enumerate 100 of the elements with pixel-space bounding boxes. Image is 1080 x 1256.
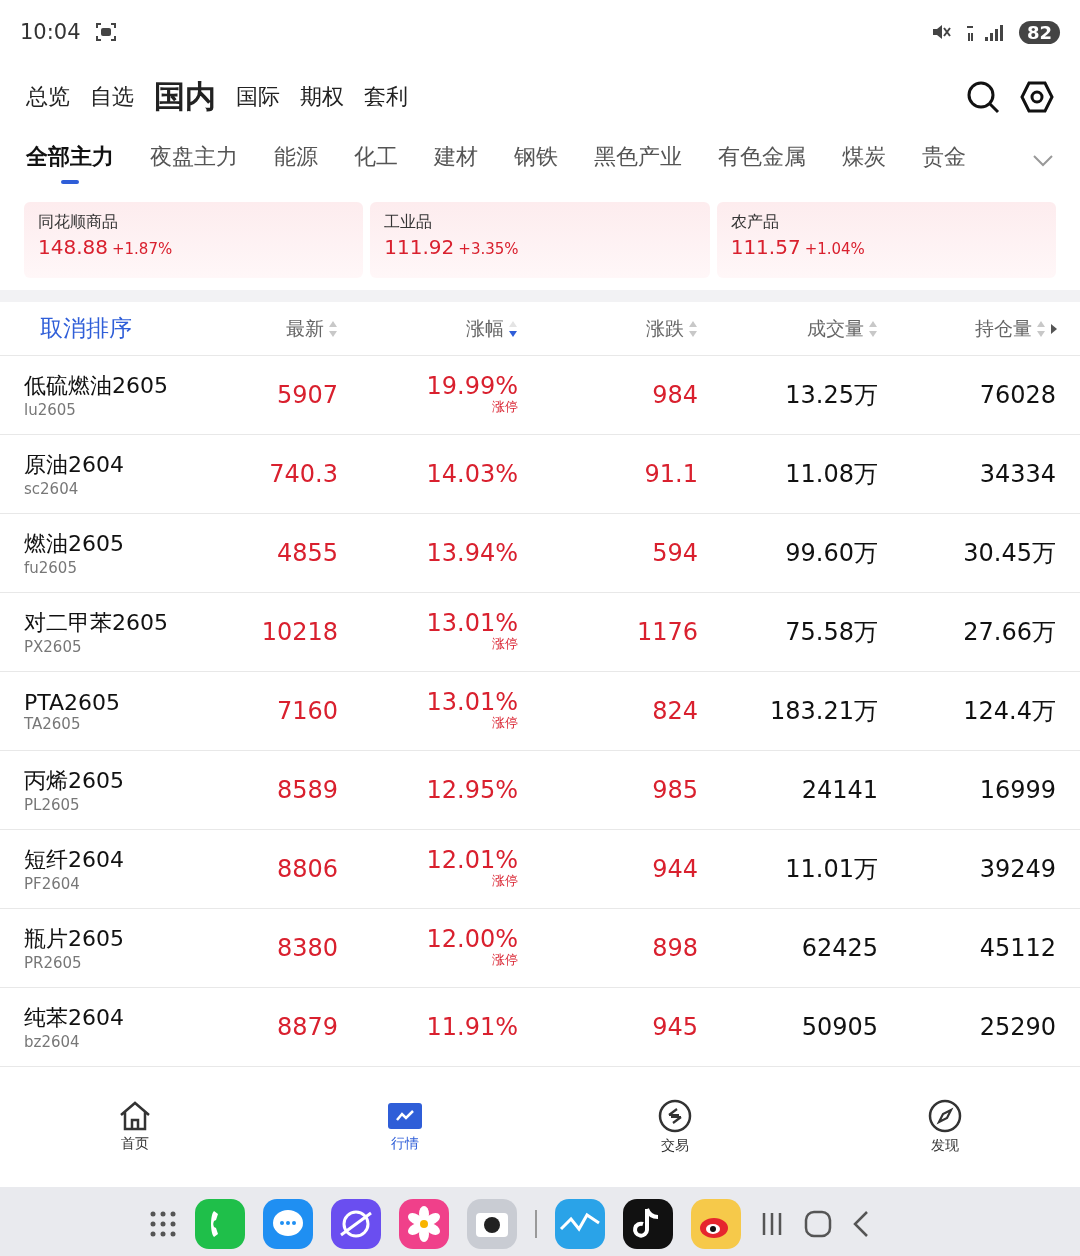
price-cell-text: 8879 (275, 1013, 338, 1041)
price-cell-text: 10218 (260, 618, 338, 646)
category-tab[interactable]: 建材 (434, 138, 478, 184)
column-header[interactable]: 成交量 (698, 315, 878, 342)
search-icon[interactable] (966, 80, 1000, 114)
open-interest-cell-text: 76028 (978, 381, 1056, 409)
change-percent-cell: 13.01% (426, 690, 518, 714)
contract-name[interactable]: 燃油2605 (24, 529, 220, 559)
limit-up-tag: 涨停 (492, 635, 518, 653)
price-cell-text: 8589 (275, 776, 338, 804)
category-tab[interactable]: 煤炭 (842, 138, 886, 184)
nav-tab[interactable]: 行情 (270, 1100, 540, 1154)
change-percent-cell: 11.91% (426, 1015, 518, 1039)
price-cell-text: 7160 (275, 697, 338, 725)
contract-name[interactable]: 原油2604 (24, 450, 220, 480)
change-cell-text: 945 (651, 1013, 698, 1041)
nav-tab[interactable]: 交易 (540, 1098, 810, 1156)
index-card[interactable]: 同花顺商品 148.88 +1.87% (24, 202, 364, 278)
volume-cell-text: 11.01万 (784, 854, 878, 885)
index-change: +3.35% (458, 240, 519, 258)
open-interest-cell-text: 25290 (978, 1013, 1056, 1041)
back-icon[interactable] (851, 1208, 871, 1239)
planet-icon[interactable] (331, 1198, 381, 1249)
limit-up-tag: 涨停 (492, 872, 518, 890)
market-tab[interactable]: 国际 (236, 82, 280, 112)
limit-up-tag: 涨停 (492, 714, 518, 732)
change-percent-cell: 12.01% (426, 848, 518, 872)
volume-cell-text: 183.21万 (769, 696, 878, 727)
column-header[interactable]: 最新 (220, 315, 338, 342)
change-cell-text: 898 (651, 934, 698, 962)
index-card[interactable]: 农产品 111.57 +1.04% (716, 202, 1056, 278)
settings-icon[interactable] (1020, 80, 1054, 114)
category-tab[interactable]: 能源 (274, 138, 318, 184)
contract-name[interactable]: 对二甲苯2605 (24, 608, 220, 638)
limit-up-tag: 涨停 (492, 398, 518, 416)
category-tab[interactable]: 贵金 (922, 138, 966, 184)
volume-cell-text: 13.25万 (784, 380, 878, 411)
change-cell-text: 984 (651, 381, 698, 409)
contract-code: PR2605 (24, 954, 83, 972)
price-cell-text: 8380 (275, 934, 338, 962)
nav-tab[interactable]: 首页 (0, 1100, 270, 1154)
market-tab[interactable]: 套利 (364, 82, 408, 112)
contract-name[interactable]: 瓶片2605 (24, 924, 220, 954)
stock-chart-icon[interactable] (555, 1198, 605, 1249)
contract-code: fu2605 (24, 559, 78, 577)
index-name: 工业品 (384, 212, 434, 233)
nav-tab[interactable]: 发现 (810, 1098, 1080, 1156)
home-button-icon[interactable] (803, 1208, 833, 1239)
volume-cell-text: 99.60万 (784, 538, 878, 569)
index-value: 148.88 (38, 235, 108, 259)
contract-code: PL2605 (24, 796, 81, 814)
contract-name[interactable]: PTA2605 (24, 689, 220, 715)
flower-icon[interactable] (399, 1198, 449, 1249)
eye-logo-icon[interactable] (691, 1198, 741, 1249)
change-percent-cell: 12.95% (426, 778, 518, 802)
volume-cell-text: 50905 (800, 1013, 878, 1041)
contract-name[interactable]: 短纤2604 (24, 845, 220, 875)
column-header[interactable]: 持仓量 (878, 315, 1058, 342)
battery-indicator: 82 (1018, 20, 1060, 44)
market-tab[interactable]: 自选 (90, 82, 134, 112)
open-interest-cell-text: 39249 (978, 855, 1056, 883)
category-tab[interactable]: 化工 (354, 138, 398, 184)
cancel-sort-button[interactable]: 取消排序 (0, 312, 220, 345)
contract-code: PX2605 (24, 638, 83, 656)
app-grid-icon[interactable] (149, 1209, 177, 1238)
change-percent-cell: 13.01% (426, 611, 518, 635)
contract-code: sc2604 (24, 480, 80, 498)
open-interest-cell-text: 34334 (978, 460, 1056, 488)
change-cell-text: 985 (651, 776, 698, 804)
category-tab[interactable]: 黑色产业 (594, 138, 682, 184)
contract-code: TA2605 (24, 714, 82, 733)
category-tab[interactable]: 夜盘主力 (150, 138, 238, 184)
change-cell-text: 594 (651, 539, 698, 567)
category-tab[interactable]: 全部主力 (26, 138, 114, 184)
volume-cell-text: 11.08万 (784, 459, 878, 490)
category-tab[interactable]: 钢铁 (514, 138, 558, 184)
volume-cell-text: 75.58万 (784, 617, 878, 648)
change-percent-cell: 12.00% (426, 927, 518, 951)
market-tab[interactable]: 期权 (300, 82, 344, 112)
market-tab[interactable]: 总览 (26, 82, 70, 112)
category-tab[interactable]: 有色金属 (718, 138, 806, 184)
column-header[interactable]: 涨跌 (518, 315, 698, 342)
market-tab[interactable]: 国内 (154, 76, 216, 118)
chat-icon[interactable] (263, 1198, 313, 1249)
contract-name[interactable]: 低硫燃油2605 (24, 371, 220, 401)
contract-name[interactable]: 丙烯2605 (24, 766, 220, 796)
open-interest-cell-text: 45112 (978, 934, 1056, 962)
camera-icon[interactable] (467, 1198, 517, 1249)
chart-icon (388, 1101, 422, 1131)
mute-icon (930, 22, 951, 42)
dock-divider (535, 1209, 537, 1238)
volume-cell-text: 62425 (800, 934, 878, 962)
chevron-down-icon[interactable] (1032, 154, 1054, 168)
index-card[interactable]: 工业品 111.92 +3.35% (370, 202, 710, 278)
music-note-icon[interactable] (623, 1198, 673, 1249)
volume-cell-text: 24141 (800, 776, 878, 804)
scroll-right-icon[interactable] (1050, 322, 1058, 335)
contract-name[interactable]: 纯苯2604 (24, 1003, 220, 1033)
column-header[interactable]: 涨幅 (338, 315, 518, 342)
change-percent-cell: 19.99% (426, 374, 518, 398)
